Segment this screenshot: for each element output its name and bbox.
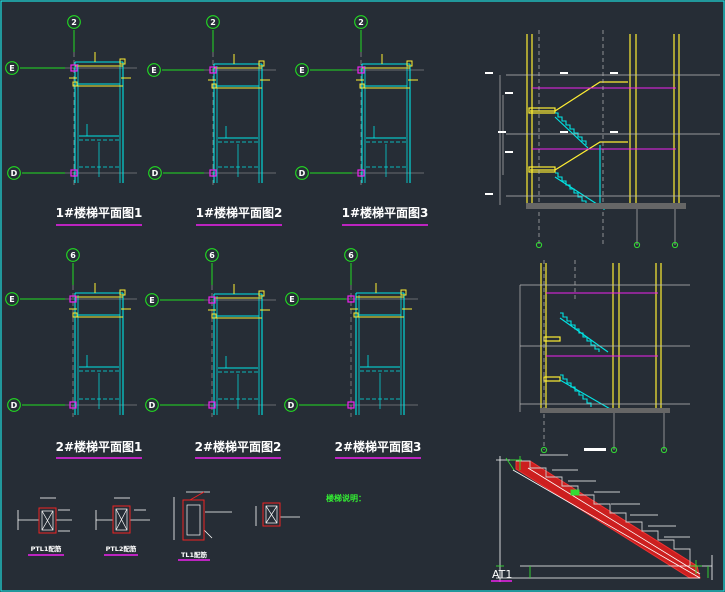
axis-label: 2: [210, 18, 216, 27]
axis-bubble-e: E: [147, 63, 161, 77]
axis-label: 6: [70, 251, 76, 260]
plan-title: 1#楼梯平面图3: [342, 205, 429, 220]
axis-bubble-e: E: [5, 292, 19, 306]
plan-title: 1#楼梯平面图2: [196, 205, 283, 220]
axis-label: 6: [348, 251, 354, 260]
axis-bubble-number: 6: [66, 248, 80, 262]
axis-bubble-number: 2: [206, 15, 220, 29]
axis-bubble-d: D: [148, 166, 162, 180]
beam-detail-4[interactable]: [255, 502, 300, 527]
detail-label: PTL2配筋: [106, 544, 137, 553]
detail-label: PTL1配筋: [31, 544, 62, 553]
ground-hatch: [526, 203, 686, 209]
axis-bubble-e: E: [5, 61, 19, 75]
plan-2-stair-1[interactable]: [162, 30, 276, 185]
axis-label: E: [151, 66, 156, 75]
beam-detail-tl1[interactable]: TL1配筋: [173, 491, 232, 561]
beam-detail-ptl1[interactable]: PTL1配筋: [17, 497, 72, 556]
beam-detail-ptl2[interactable]: PTL2配筋: [95, 497, 150, 556]
detail-label: TL1配筋: [181, 550, 208, 559]
axis-label: 2: [358, 18, 364, 27]
ground-hatch: [540, 408, 670, 413]
section-2-stair-2[interactable]: [519, 260, 690, 454]
axis-bubble-number: 6: [205, 248, 219, 262]
cad-drawing-canvas[interactable]: 1#楼梯平面图1 1#楼梯平面图2 1#楼梯平面图3 2#楼梯平面图1 2#楼梯…: [0, 0, 725, 592]
axis-label: E: [299, 66, 304, 75]
axis-label: E: [9, 295, 14, 304]
axis-bubble-d: D: [145, 398, 159, 412]
plan-title: 2#楼梯平面图3: [335, 439, 422, 454]
axis-label: D: [288, 401, 295, 410]
plan-2-stair-2[interactable]: [160, 263, 276, 417]
axis-bubble-d: D: [284, 398, 298, 412]
section-1-stair-1[interactable]: [485, 30, 720, 249]
axis-label: 2: [71, 18, 77, 27]
plan-title: 2#楼梯平面图1: [56, 439, 143, 454]
axis-bubble-d: D: [7, 398, 21, 412]
stair-note: 楼梯说明：: [326, 493, 366, 503]
at1-stair-slab-detail[interactable]: AT1: [491, 454, 713, 582]
axis-label: E: [9, 64, 14, 73]
axis-bubble-d: D: [295, 166, 309, 180]
plan-3-stair-1[interactable]: [310, 30, 424, 185]
plan-title: 1#楼梯平面图1: [56, 205, 143, 220]
axis-label: D: [11, 169, 18, 178]
axis-bubble-number: 2: [67, 15, 81, 29]
axis-label: E: [149, 296, 154, 305]
title-underlines: [56, 224, 428, 459]
axis-bubble-e: E: [145, 293, 159, 307]
axis-label: D: [299, 169, 306, 178]
plan-1-stair-1[interactable]: [20, 30, 137, 185]
axis-bubble-number: 6: [344, 248, 358, 262]
section-label-bar: [584, 448, 606, 451]
axis-label: E: [289, 295, 294, 304]
axis-label: D: [152, 169, 159, 178]
axis-label: 6: [209, 251, 215, 260]
plan-title: 2#楼梯平面图2: [195, 439, 282, 454]
axis-bubble-e: E: [285, 292, 299, 306]
axis-label: D: [149, 401, 156, 410]
axis-bubble-e: E: [295, 63, 309, 77]
at1-label: AT1: [492, 568, 512, 581]
plan-3-stair-2[interactable]: [299, 263, 418, 417]
axis-bubble-number: 2: [354, 15, 368, 29]
plan-1-stair-2[interactable]: [20, 263, 137, 417]
axis-bubble-d: D: [7, 166, 21, 180]
axis-label: D: [11, 401, 18, 410]
cad-sheet: 1#楼梯平面图1 1#楼梯平面图2 1#楼梯平面图3 2#楼梯平面图1 2#楼梯…: [0, 0, 725, 592]
